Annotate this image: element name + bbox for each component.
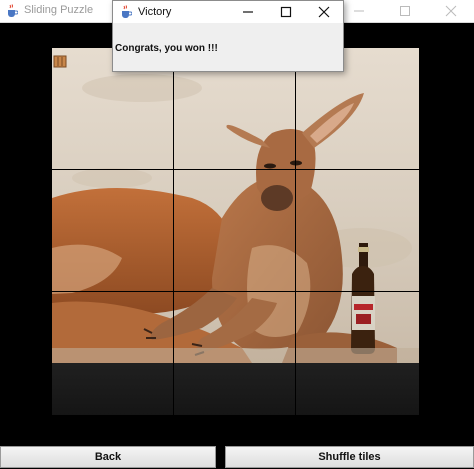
- main-window-title: Sliding Puzzle: [24, 4, 94, 16]
- shuffle-tiles-button[interactable]: Shuffle tiles: [225, 446, 474, 468]
- close-icon: [318, 6, 330, 18]
- puzzle-tile[interactable]: [174, 170, 296, 292]
- puzzle-board: [52, 48, 420, 416]
- dialog-minimize-button[interactable]: [229, 1, 267, 23]
- main-close-button[interactable]: [428, 0, 474, 22]
- puzzle-tile[interactable]: [52, 170, 174, 292]
- puzzle-tile[interactable]: [52, 292, 174, 416]
- java-cup-icon: [8, 4, 18, 17]
- puzzle-tile[interactable]: [174, 292, 296, 416]
- dialog-close-button[interactable]: [305, 1, 343, 23]
- maximize-icon: [400, 6, 410, 16]
- close-icon: [445, 5, 457, 17]
- main-maximize-button[interactable]: [382, 0, 428, 22]
- victory-message: Congrats, you won !!!: [115, 43, 218, 54]
- victory-dialog: Victory Congrats, you won !!!: [112, 0, 344, 72]
- java-cup-icon: [122, 5, 132, 18]
- dialog-titlebar[interactable]: Victory: [113, 1, 343, 23]
- maximize-icon: [280, 6, 292, 18]
- minimize-icon: [354, 10, 364, 12]
- puzzle-tile[interactable]: [296, 170, 420, 292]
- dialog-maximize-button[interactable]: [267, 1, 305, 23]
- back-button[interactable]: Back: [0, 446, 216, 468]
- minimize-icon: [243, 11, 253, 13]
- dialog-title: Victory: [138, 6, 172, 18]
- puzzle-tile[interactable]: [296, 292, 420, 416]
